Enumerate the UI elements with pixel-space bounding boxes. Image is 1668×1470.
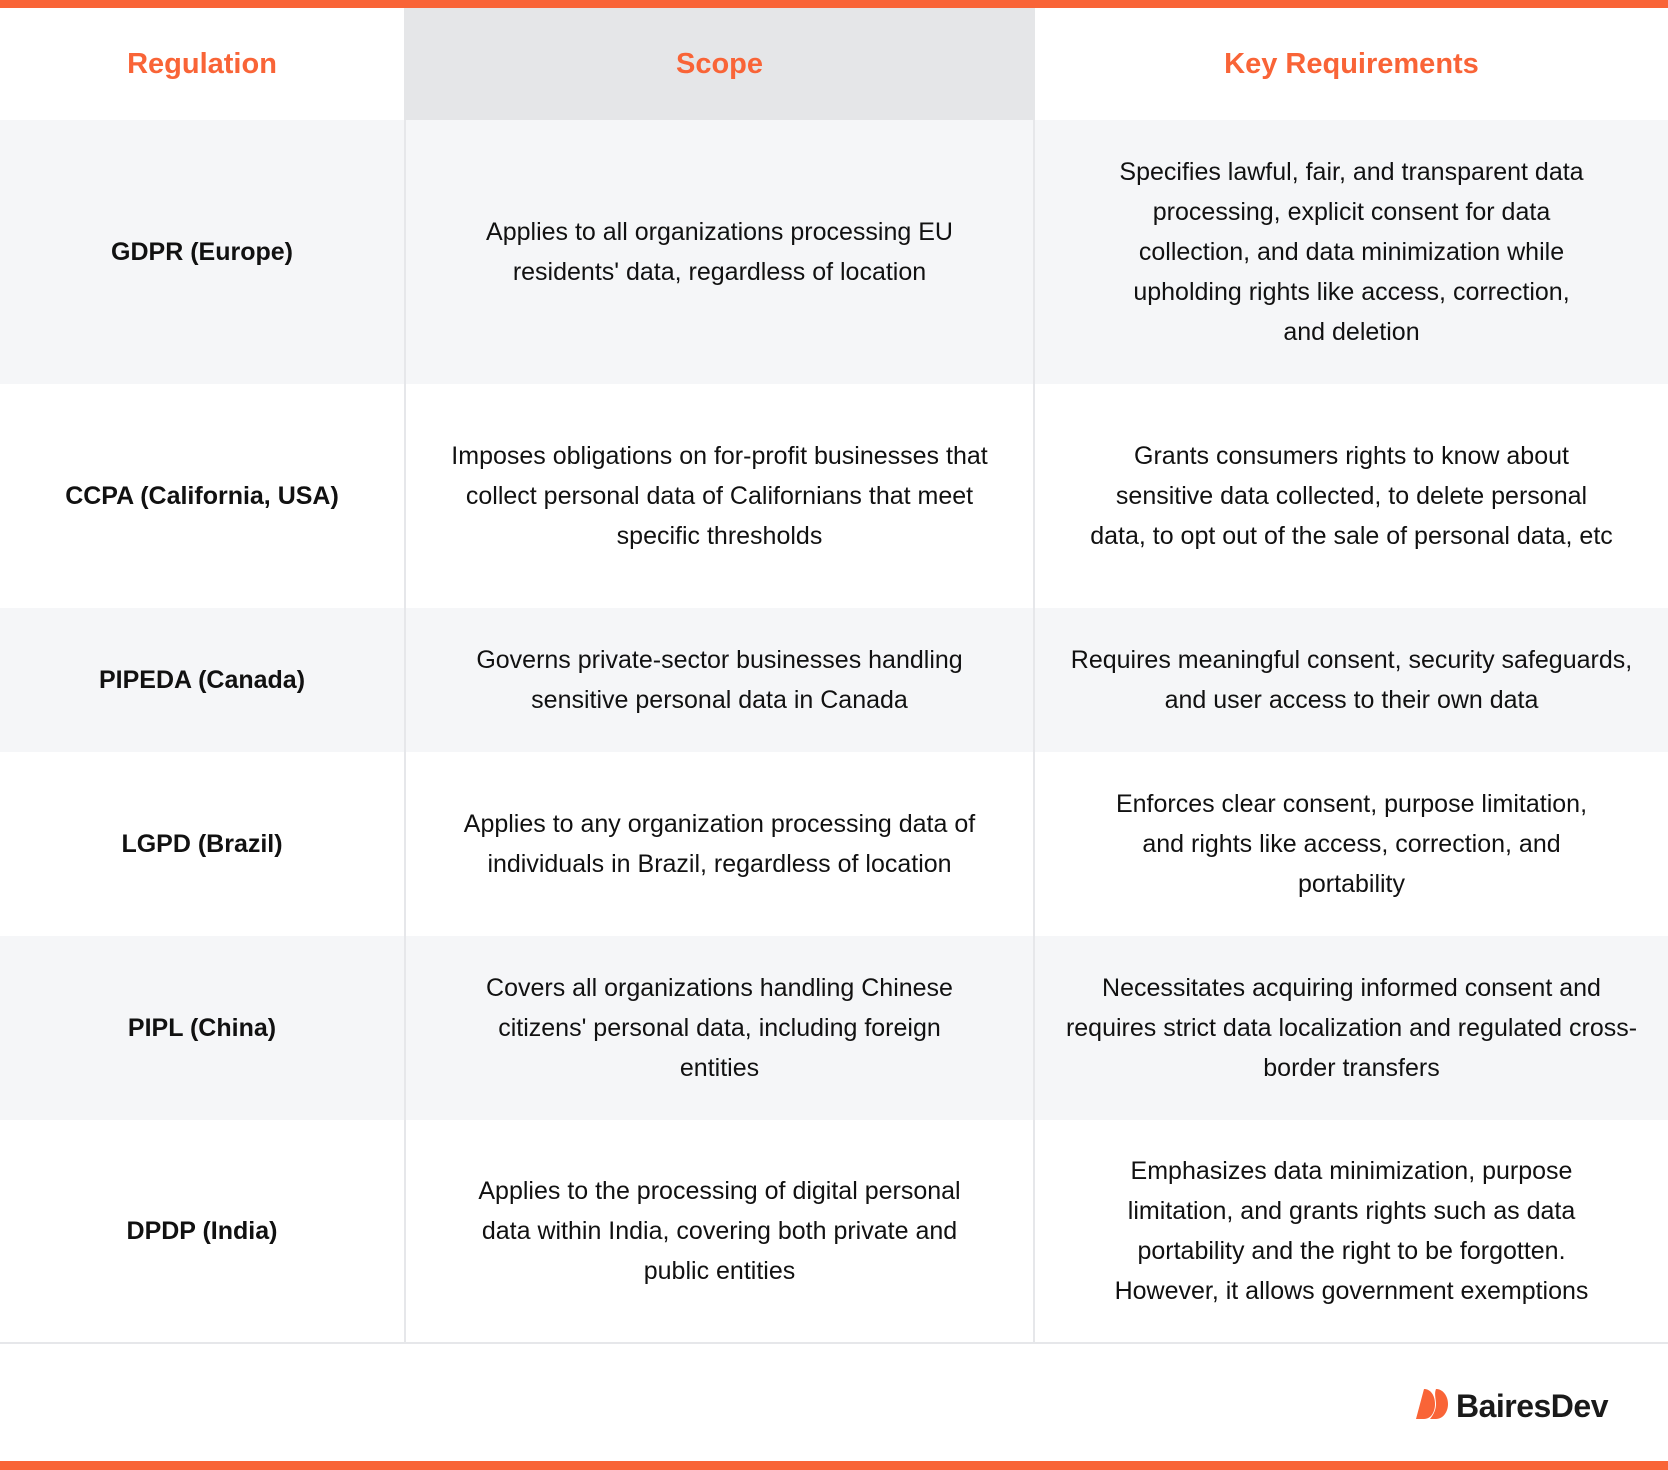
brand-name: BairesDev [1455,1388,1609,1424]
header-regulation: Regulation [127,48,277,80]
regulation-cell: PIPL (China) [127,1014,277,1042]
scope-cell: Imposes obligations on for-profit busine… [404,384,1035,608]
table-row: PIPL (China) Covers all organizations ha… [0,936,1668,1120]
regulation-cell: CCPA (California, USA) [65,482,339,510]
table-header: Regulation Scope Key Requirements [0,8,1668,120]
regulations-table: Regulation Scope Key Requirements GDPR (… [0,8,1668,1342]
header-key-requirements: Key Requirements [1224,48,1479,80]
table-row: DPDP (India) Applies to the processing o… [0,1120,1668,1342]
footer: BairesDev [0,1342,1668,1461]
requirements-cell: Necessitates acquiring informed consent … [1065,974,1638,1082]
scope-cell: Covers all organizations handling Chines… [404,936,1035,1120]
scope-cell: Governs private-sector businesses handli… [404,608,1035,752]
table-row: LGPD (Brazil) Applies to any organizatio… [0,752,1668,936]
requirements-cell: Emphasizes data minimization, purpose li… [1114,1157,1589,1305]
bairesdev-logo-icon [1415,1389,1450,1424]
table-row: CCPA (California, USA) Imposes obligatio… [0,384,1668,608]
top-accent-bar [0,0,1668,8]
requirements-cell: Requires meaningful consent, security sa… [1070,646,1633,714]
scope-cell: Applies to the processing of digital per… [404,1120,1035,1342]
scope-cell: Applies to all organizations processing … [404,120,1035,384]
regulation-cell: PIPEDA (Canada) [98,666,306,694]
header-scope: Scope [404,8,1035,120]
table-row: PIPEDA (Canada) Governs private-sector b… [0,608,1668,752]
regulation-cell: DPDP (India) [126,1217,278,1245]
requirements-cell: Specifies lawful, fair, and transparent … [1119,158,1584,346]
scope-cell: Applies to any organization processing d… [404,752,1035,936]
regulation-cell: GDPR (Europe) [111,238,293,266]
requirements-cell: Grants consumers rights to know about se… [1090,442,1613,550]
regulation-cell: LGPD (Brazil) [121,830,283,858]
brand-logo: BairesDev [1415,1388,1609,1425]
table-row: GDPR (Europe) Applies to all organizatio… [0,120,1668,384]
requirements-cell: Enforces clear consent, purpose limitati… [1115,790,1588,898]
bottom-accent-bar [0,1461,1668,1470]
